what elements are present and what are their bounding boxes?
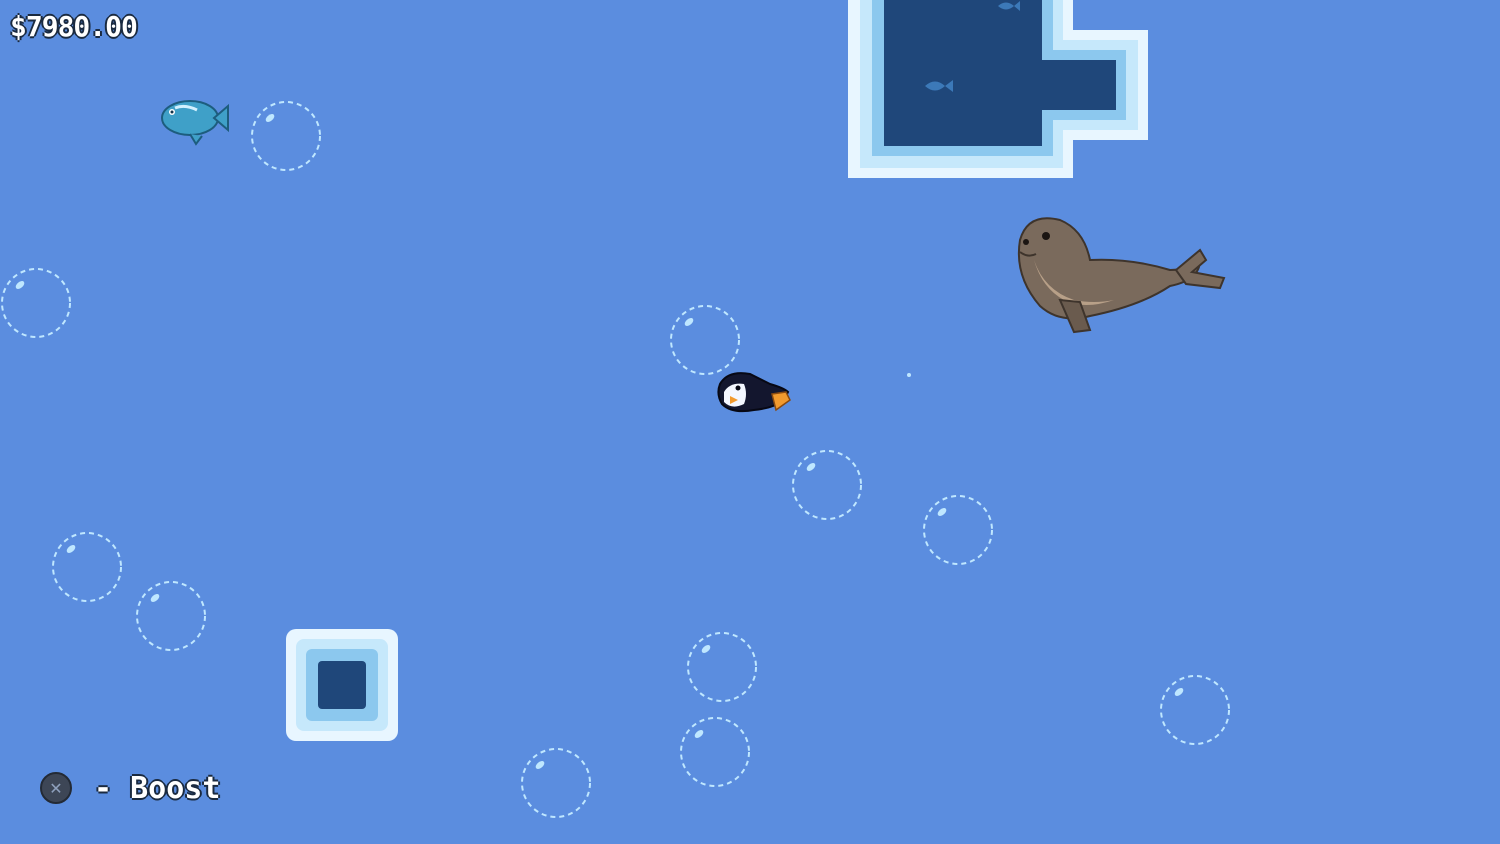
boost-hint: ✕ - Boost <box>40 770 220 806</box>
money-counter: $7980.00 <box>10 10 138 43</box>
boost-label: - Boost <box>94 770 221 806</box>
game-scene <box>0 0 1500 844</box>
ice-hole-small <box>286 629 398 741</box>
x-button-icon: ✕ <box>40 772 72 804</box>
